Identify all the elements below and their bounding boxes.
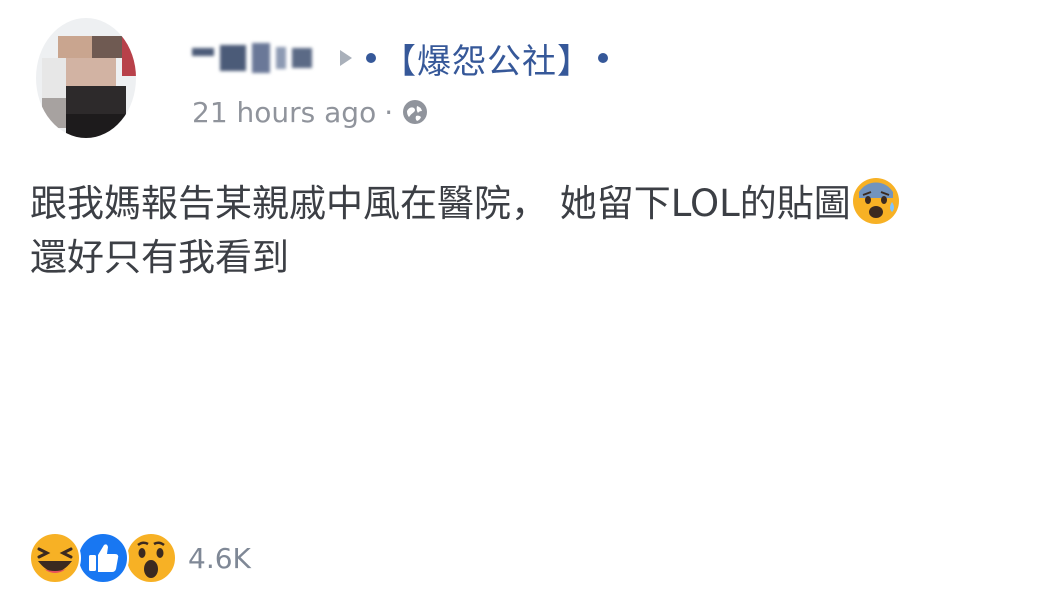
haha-reaction-icon[interactable] — [28, 531, 82, 585]
reactions-summary[interactable]: 4.6K — [28, 528, 251, 588]
group-link[interactable]: 【爆怨公社】 — [366, 34, 608, 83]
post-header: 【爆怨公社】 21 hours ago · — [36, 18, 1036, 148]
reaction-count[interactable]: 4.6K — [188, 542, 251, 575]
group-dot-left-icon — [366, 53, 376, 63]
meta-separator: · — [384, 95, 394, 129]
post-text-line-2: 還好只有我看到 — [30, 236, 289, 279]
post-text-line-1-content: 跟我媽報告某親戚中風在醫院， 她留下LOL的貼圖 — [30, 182, 851, 225]
post-body: 跟我媽報告某親戚中風在醫院， 她留下LOL的貼圖 還好只有我看到 — [30, 176, 1050, 285]
avatar[interactable] — [36, 18, 136, 138]
group-name[interactable]: 【爆怨公社】 — [382, 34, 592, 83]
post-title-row: 【爆怨公社】 — [192, 32, 608, 84]
post-text-line-1: 跟我媽報告某親戚中風在醫院， 她留下LOL的貼圖 — [30, 176, 1050, 231]
anxious-face-with-sweat-icon — [852, 178, 899, 224]
shared-to-arrow-icon — [340, 50, 352, 66]
wow-reaction-icon[interactable] — [124, 531, 178, 585]
post-meta: 21 hours ago · — [192, 92, 429, 132]
author-name-blurred[interactable] — [192, 43, 312, 73]
globe-icon[interactable] — [401, 98, 429, 126]
group-dot-right-icon — [598, 53, 608, 63]
like-reaction-icon[interactable] — [76, 531, 130, 585]
post-timestamp[interactable]: 21 hours ago — [192, 96, 376, 129]
